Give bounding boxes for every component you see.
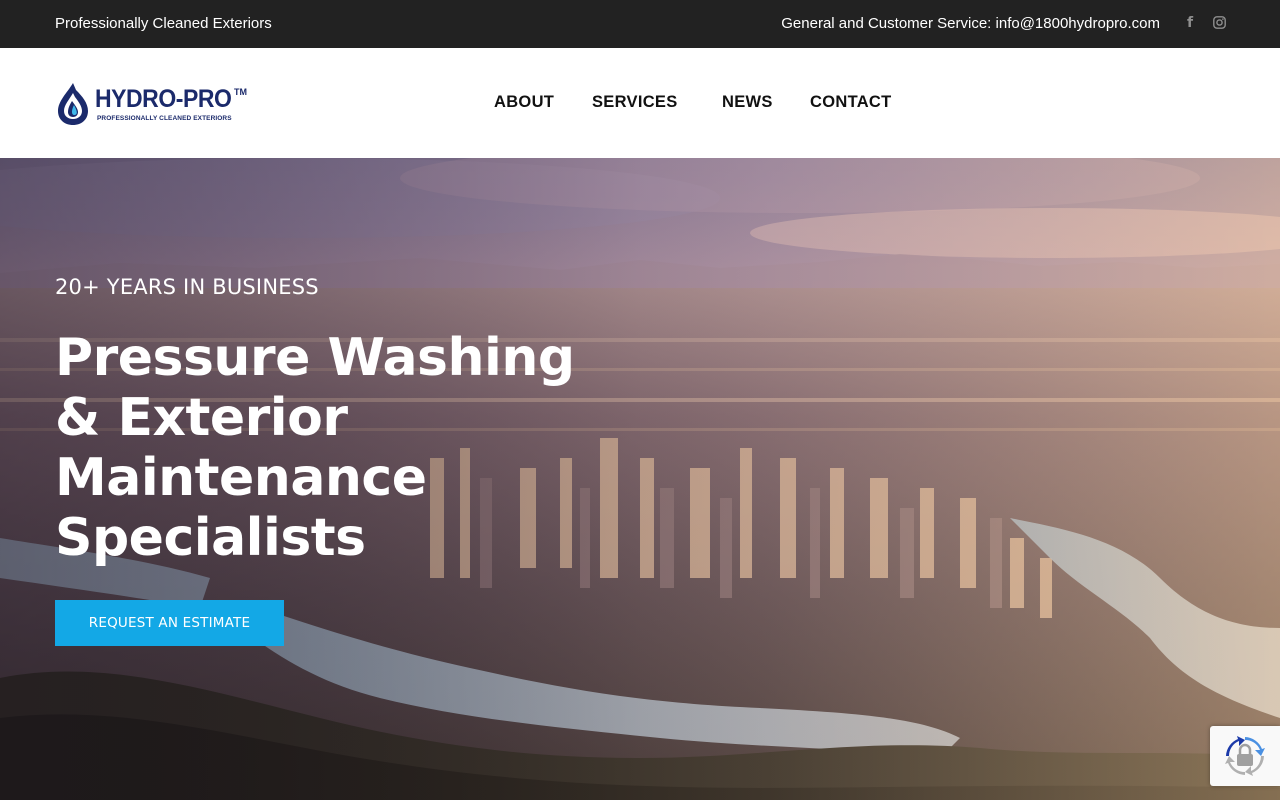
hydro-pro-logo[interactable]: HYDRO-PRO TM PROFESSIONALLY CLEANED EXTE…	[55, 79, 255, 127]
facebook-icon[interactable]: f	[1182, 14, 1198, 32]
water-drop-icon	[58, 83, 88, 125]
nav-contact[interactable]: CONTACT	[810, 93, 892, 112]
customer-service-contact[interactable]: General and Customer Service: info@1800h…	[781, 15, 1160, 32]
hero-headline-line: Maintenance	[55, 448, 427, 508]
site-header: HYDRO-PRO TM PROFESSIONALLY CLEANED EXTE…	[0, 48, 1280, 158]
instagram-icon[interactable]	[1211, 14, 1227, 32]
logo-wordmark: HYDRO-PRO	[95, 85, 232, 113]
top-bar: Professionally Cleaned Exteriors General…	[0, 0, 1280, 48]
recaptcha-badge[interactable]	[1210, 726, 1280, 786]
hero-headline-line: Specialists	[55, 508, 366, 568]
request-estimate-button[interactable]: REQUEST AN ESTIMATE	[55, 600, 284, 646]
top-bar-tagline: Professionally Cleaned Exteriors	[55, 15, 272, 32]
hero-headline-line: Pressure Washing	[55, 328, 575, 388]
nav-news[interactable]: NEWS	[722, 93, 773, 112]
trademark-symbol: TM	[234, 87, 247, 97]
logo-subtitle: PROFESSIONALLY CLEANED EXTERIORS	[97, 115, 232, 122]
nav-about[interactable]: ABOUT	[494, 93, 554, 112]
nav-services[interactable]: SERVICES	[592, 93, 678, 112]
hero-section: 20+ YEARS IN BUSINESS Pressure Washing &…	[0, 158, 1280, 800]
hero-headline: Pressure Washing & Exterior Maintenance …	[55, 328, 675, 568]
hero-headline-line: & Exterior	[55, 388, 348, 448]
recaptcha-icon	[1225, 736, 1265, 776]
hero-eyebrow: 20+ YEARS IN BUSINESS	[55, 275, 319, 299]
